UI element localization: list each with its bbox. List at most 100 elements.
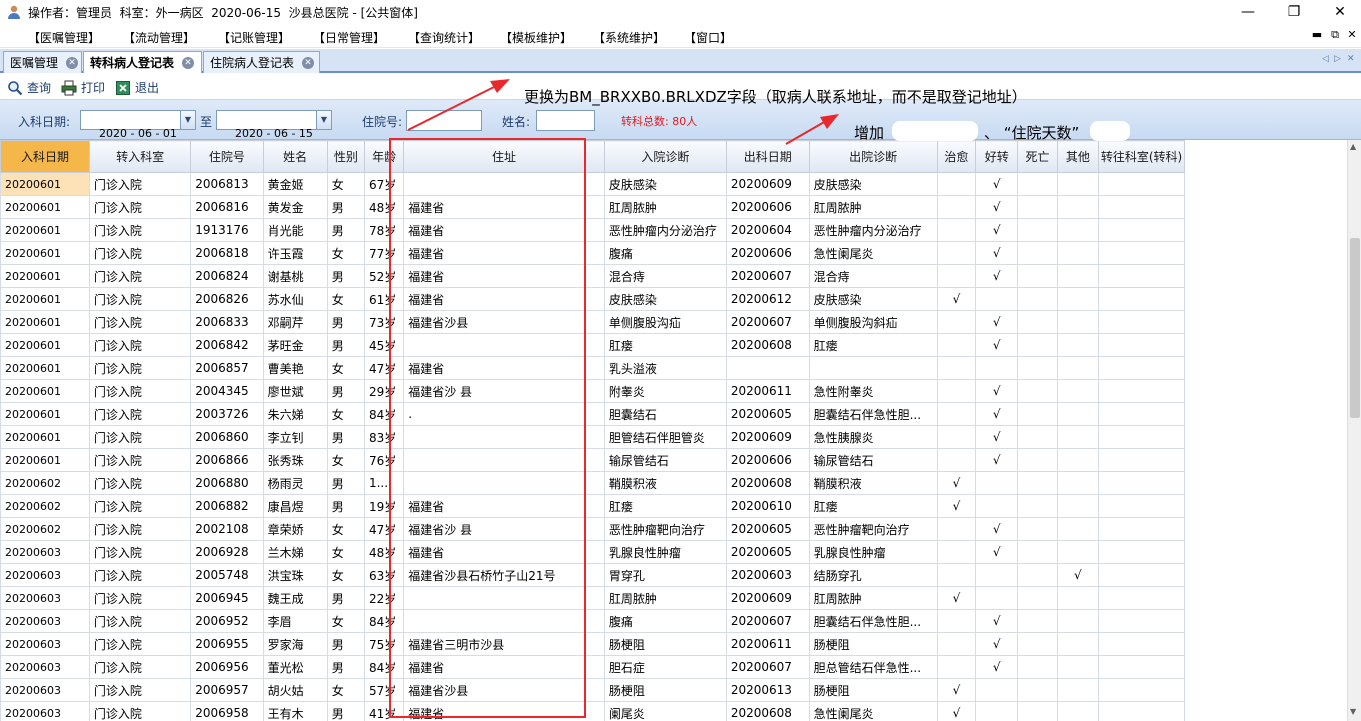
- cell-discharge-diagnosis[interactable]: 乳腺良性肿瘤: [808, 540, 938, 564]
- cell-cured[interactable]: √: [936, 471, 977, 495]
- cell-sex[interactable]: 女: [326, 241, 365, 265]
- cell-other[interactable]: [1056, 517, 1100, 541]
- cell-discharge-date[interactable]: 20200604: [725, 218, 810, 242]
- cell-cured[interactable]: [936, 218, 977, 242]
- cell-from-dept[interactable]: 门诊入院: [88, 218, 192, 242]
- cell-other[interactable]: [1056, 494, 1100, 518]
- menu-order-management[interactable]: 【医嘱管理】: [28, 29, 100, 46]
- cell-transfer-to[interactable]: [1098, 218, 1185, 242]
- cell-inpatient-no[interactable]: 2006833: [190, 310, 264, 334]
- tab-close-all-icon[interactable]: ✕: [1347, 54, 1355, 64]
- cell-other[interactable]: [1056, 448, 1100, 472]
- cell-inpatient-no[interactable]: 2006857: [190, 356, 264, 380]
- cell-died[interactable]: [1017, 241, 1058, 265]
- cell-died[interactable]: [1017, 517, 1058, 541]
- cell-improved[interactable]: [975, 471, 1019, 495]
- cell-discharge-date[interactable]: 20200605: [725, 402, 810, 426]
- cell-cured[interactable]: √: [936, 586, 977, 610]
- cell-admit-date[interactable]: 20200603: [0, 678, 90, 702]
- cell-from-dept[interactable]: 门诊入院: [88, 563, 192, 587]
- cell-other[interactable]: [1056, 264, 1100, 288]
- cell-discharge-date[interactable]: 20200606: [725, 241, 810, 265]
- cell-admit-date[interactable]: 20200601: [0, 287, 90, 311]
- cell-died[interactable]: [1017, 402, 1058, 426]
- cell-other[interactable]: [1056, 218, 1100, 242]
- cell-discharge-diagnosis[interactable]: 急性胰腺炎: [808, 425, 938, 449]
- cell-address[interactable]: [403, 172, 605, 196]
- cell-inpatient-no[interactable]: 2006928: [190, 540, 264, 564]
- cell-transfer-to[interactable]: [1098, 655, 1185, 679]
- cell-address[interactable]: [403, 333, 605, 357]
- cell-died[interactable]: [1017, 425, 1058, 449]
- date-to-dropdown-icon[interactable]: ▼: [316, 111, 331, 129]
- cell-transfer-to[interactable]: [1098, 356, 1185, 380]
- cell-cured[interactable]: [936, 264, 977, 288]
- cell-died[interactable]: [1017, 540, 1058, 564]
- cell-improved[interactable]: √: [975, 310, 1019, 334]
- cell-cured[interactable]: [936, 563, 977, 587]
- cell-admit-date[interactable]: 20200601: [0, 333, 90, 357]
- cell-transfer-to[interactable]: [1098, 471, 1185, 495]
- cell-transfer-to[interactable]: [1098, 195, 1185, 219]
- cell-improved[interactable]: [975, 586, 1019, 610]
- cell-address[interactable]: 福建省: [403, 540, 605, 564]
- cell-admit-date[interactable]: 20200603: [0, 655, 90, 679]
- cell-cured[interactable]: [936, 356, 977, 380]
- cell-from-dept[interactable]: 门诊入院: [88, 655, 192, 679]
- cell-address[interactable]: 福建省: [403, 287, 605, 311]
- cell-other[interactable]: [1056, 609, 1100, 633]
- table-row[interactable]: 20200603 门诊入院 2005748 洪宝珠女 63岁 福建省沙县石桥竹子山21号胃…: [0, 563, 1185, 587]
- cell-name[interactable]: 兰木娣: [262, 540, 328, 564]
- cell-name[interactable]: 黄发金: [262, 195, 328, 219]
- table-row[interactable]: 20200601 门诊入院 2006824 谢基桃男 52岁 福建省 混合痔 20200607…: [0, 264, 1185, 288]
- table-row[interactable]: 20200603 门诊入院 2006957 胡火姑女 57岁 福建省沙县 肠梗阻 202006…: [0, 678, 1185, 702]
- cell-cured[interactable]: [936, 310, 977, 334]
- tab-scroll-right-icon[interactable]: ▷: [1334, 54, 1341, 64]
- cell-inpatient-no[interactable]: 2006945: [190, 586, 264, 610]
- table-row[interactable]: 20200603 门诊入院 2006952 李眉女 84岁 腹痛 20200607 胆囊结石伴…: [0, 609, 1185, 633]
- cell-discharge-diagnosis[interactable]: 肛周脓肿: [808, 586, 938, 610]
- cell-inpatient-no[interactable]: 2006842: [190, 333, 264, 357]
- cell-name[interactable]: 李眉: [262, 609, 328, 633]
- cell-admit-date[interactable]: 20200603: [0, 632, 90, 656]
- cell-improved[interactable]: √: [975, 402, 1019, 426]
- cell-name[interactable]: 曹美艳: [262, 356, 328, 380]
- table-row[interactable]: 20200602 门诊入院 2006880 杨雨灵男 1... 鞘膜积液 20200608 鞘…: [0, 471, 1185, 495]
- cell-discharge-diagnosis[interactable]: 肠梗阻: [808, 678, 938, 702]
- cell-from-dept[interactable]: 门诊入院: [88, 402, 192, 426]
- cell-discharge-date[interactable]: 20200609: [725, 172, 810, 196]
- cell-transfer-to[interactable]: [1098, 563, 1185, 587]
- cell-age[interactable]: 67岁: [363, 172, 405, 196]
- cell-age[interactable]: 19岁: [363, 494, 405, 518]
- cell-died[interactable]: [1017, 701, 1058, 721]
- cell-from-dept[interactable]: 门诊入院: [88, 586, 192, 610]
- cell-age[interactable]: 63岁: [363, 563, 405, 587]
- cell-inpatient-no[interactable]: 2006813: [190, 172, 264, 196]
- cell-name[interactable]: 谢基桃: [262, 264, 328, 288]
- cell-transfer-to[interactable]: [1098, 379, 1185, 403]
- table-row[interactable]: 20200601 门诊入院 2006816 黄发金男 48岁 福建省 肛周脓肿 2020060…: [0, 195, 1185, 219]
- cell-age[interactable]: 77岁: [363, 241, 405, 265]
- cell-address[interactable]: [403, 425, 605, 449]
- cell-other[interactable]: [1056, 172, 1100, 196]
- cell-other[interactable]: [1056, 471, 1100, 495]
- cell-admit-date[interactable]: 20200601: [0, 425, 90, 449]
- cell-admit-diagnosis[interactable]: 输尿管结石: [603, 448, 727, 472]
- cell-other[interactable]: [1056, 356, 1100, 380]
- cell-sex[interactable]: 男: [326, 632, 365, 656]
- patient-name-input[interactable]: [536, 110, 595, 131]
- cell-died[interactable]: [1017, 264, 1058, 288]
- cell-other[interactable]: [1056, 632, 1100, 656]
- cell-inpatient-no[interactable]: 2006958: [190, 701, 264, 721]
- cell-died[interactable]: [1017, 172, 1058, 196]
- cell-discharge-date[interactable]: 20200607: [725, 609, 810, 633]
- cell-name[interactable]: 魏王成: [262, 586, 328, 610]
- cell-other[interactable]: [1056, 379, 1100, 403]
- cell-address[interactable]: 福建省: [403, 241, 605, 265]
- cell-discharge-diagnosis[interactable]: 皮肤感染: [808, 287, 938, 311]
- cell-inpatient-no[interactable]: 2006956: [190, 655, 264, 679]
- cell-admit-diagnosis[interactable]: 肛瘘: [603, 333, 727, 357]
- cell-age[interactable]: 83岁: [363, 425, 405, 449]
- cell-age[interactable]: 84岁: [363, 402, 405, 426]
- cell-from-dept[interactable]: 门诊入院: [88, 356, 192, 380]
